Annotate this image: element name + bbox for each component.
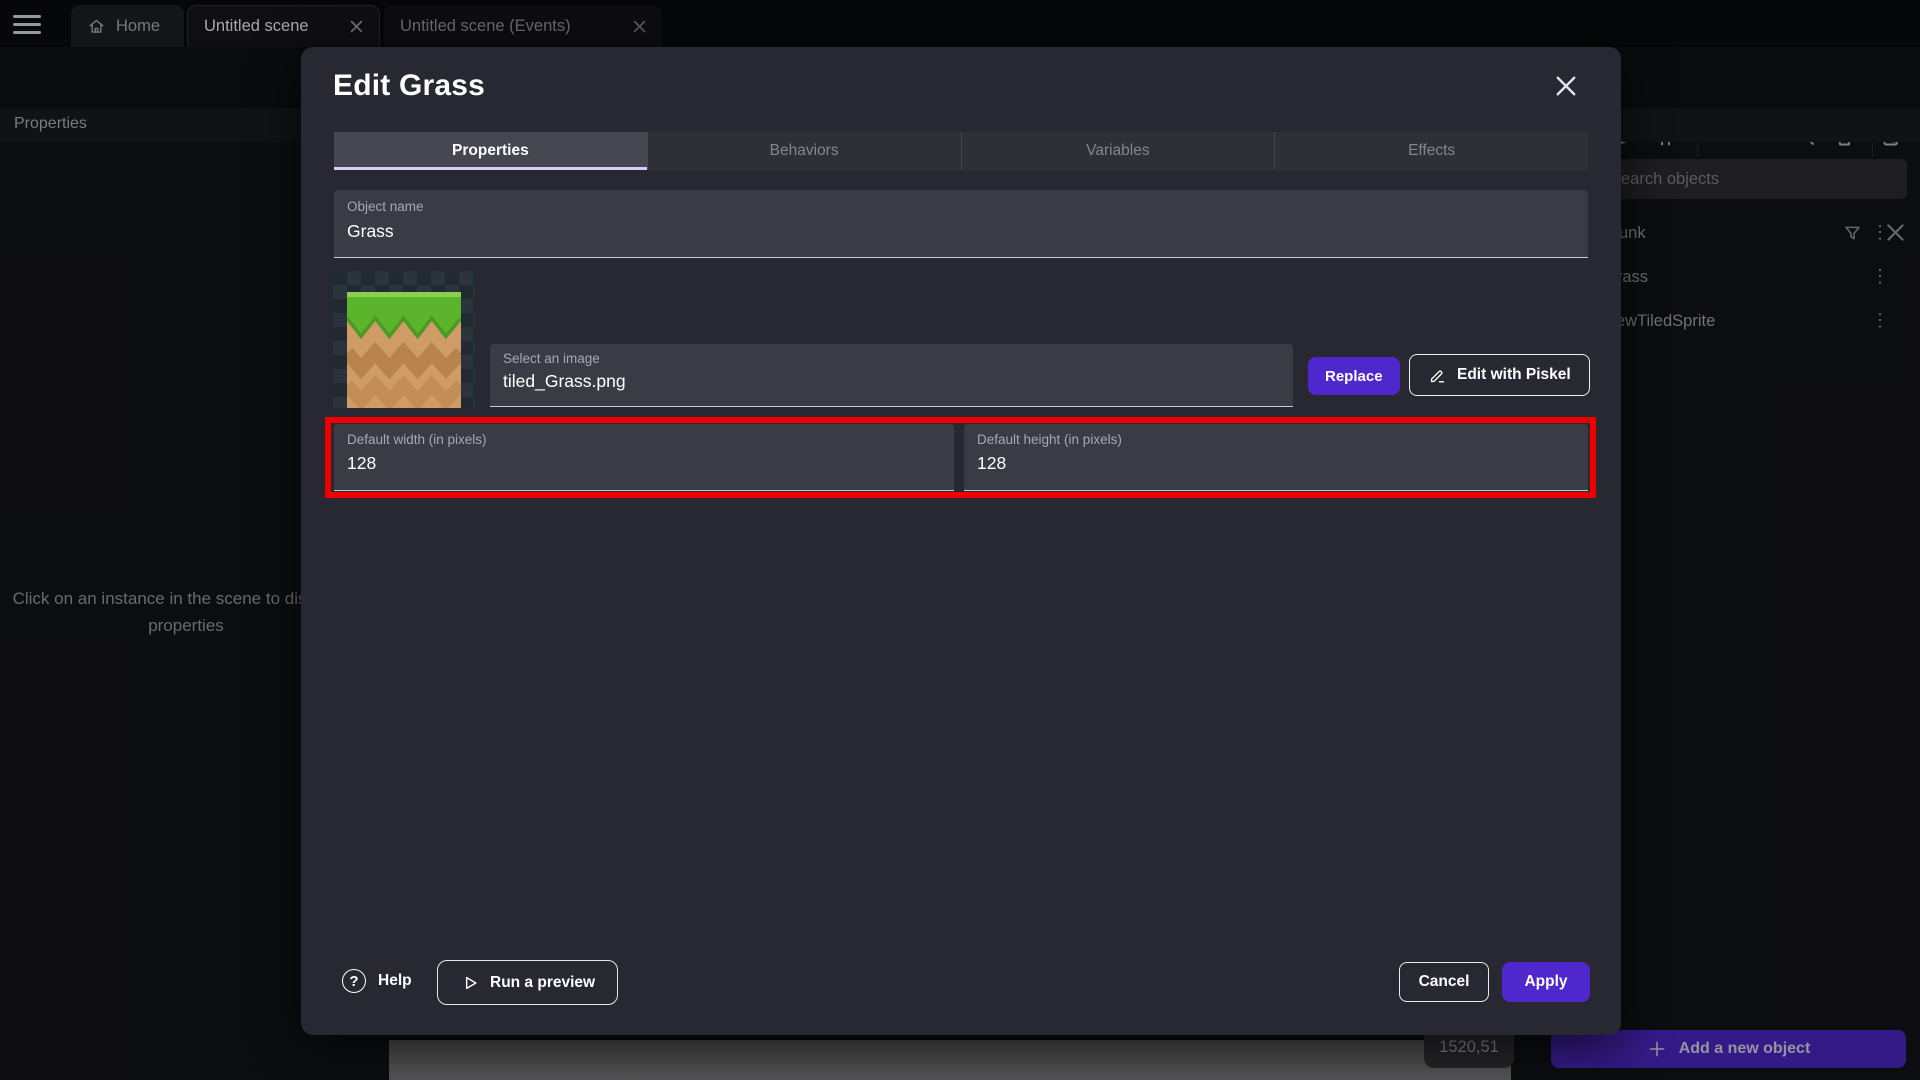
dialog-tabs: Properties Behaviors Variables Effects xyxy=(334,132,1588,170)
apply-button[interactable]: Apply xyxy=(1502,962,1590,1002)
edit-object-dialog: Edit Grass Properties Behaviors Variable… xyxy=(301,47,1621,1035)
object-name-label: Object name xyxy=(347,199,424,214)
select-image-value: tiled_Grass.png xyxy=(503,371,626,392)
edit-with-piskel-button[interactable]: Edit with Piskel xyxy=(1409,354,1590,396)
gdevelop-app: Home Untitled scene Untitled scene (Even… xyxy=(0,0,1920,1080)
default-width-label: Default width (in pixels) xyxy=(347,432,487,447)
question-icon: ? xyxy=(342,969,366,993)
default-width-value: 128 xyxy=(347,453,376,474)
default-height-field[interactable]: Default height (in pixels) 128 xyxy=(964,424,1588,491)
default-height-value: 128 xyxy=(977,453,1006,474)
play-icon xyxy=(460,973,480,993)
grass-tile-image xyxy=(347,292,461,408)
help-button[interactable]: ? Help xyxy=(342,969,412,993)
pencil-icon xyxy=(1428,366,1447,385)
dialog-tab-variables[interactable]: Variables xyxy=(961,132,1275,170)
object-name-field[interactable]: Object name Grass xyxy=(334,190,1588,258)
select-image-label: Select an image xyxy=(503,351,600,366)
dialog-close-icon[interactable] xyxy=(1551,71,1581,101)
object-name-value: Grass xyxy=(347,221,394,242)
run-preview-button[interactable]: Run a preview xyxy=(437,960,618,1005)
dialog-tab-effects[interactable]: Effects xyxy=(1274,132,1588,170)
image-thumbnail[interactable] xyxy=(333,271,475,408)
dialog-tab-properties[interactable]: Properties xyxy=(334,132,647,170)
dialog-tab-behaviors[interactable]: Behaviors xyxy=(647,132,961,170)
default-height-label: Default height (in pixels) xyxy=(977,432,1122,447)
replace-image-button[interactable]: Replace xyxy=(1308,357,1400,395)
default-width-field[interactable]: Default width (in pixels) 128 xyxy=(334,424,954,491)
cancel-button[interactable]: Cancel xyxy=(1399,962,1489,1002)
select-image-field[interactable]: Select an image tiled_Grass.png xyxy=(490,344,1293,407)
dialog-title: Edit Grass xyxy=(333,69,485,103)
